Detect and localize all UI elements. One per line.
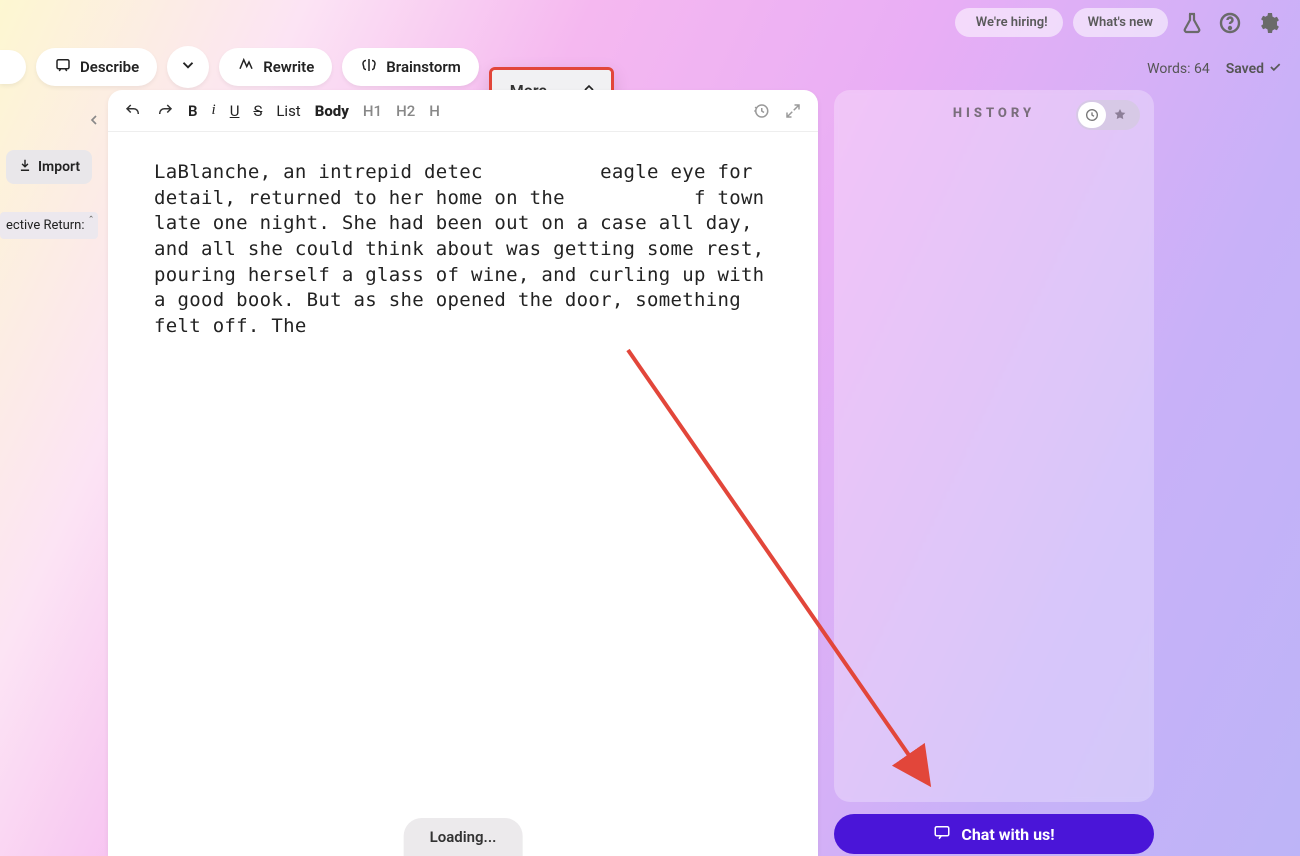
ai-tools-bar: Describe Rewrite Brainstorm More Shrink …	[0, 46, 489, 88]
tool-prev[interactable]	[0, 50, 26, 84]
describe-options-button[interactable]	[167, 46, 209, 88]
describe-button[interactable]: Describe	[36, 48, 157, 86]
document-title: ective Return:	[6, 218, 85, 233]
bold-button[interactable]: B	[188, 102, 198, 120]
top-header: We're hiring! What's new	[955, 8, 1282, 37]
document-list-item[interactable]: ective Return:	[0, 212, 98, 239]
chat-label: Chat with us!	[961, 825, 1054, 844]
history-title: HISTORY	[953, 106, 1035, 121]
import-button[interactable]: Import	[6, 150, 92, 184]
describe-label: Describe	[80, 58, 139, 76]
h1-button[interactable]: H1	[363, 102, 382, 120]
saved-label: Saved	[1226, 61, 1264, 77]
settings-icon[interactable]	[1254, 9, 1282, 37]
help-icon[interactable]	[1216, 9, 1244, 37]
describe-icon	[54, 56, 72, 78]
undo-button[interactable]	[124, 102, 142, 120]
download-icon	[18, 158, 32, 176]
rewrite-button[interactable]: Rewrite	[219, 48, 332, 86]
whats-new-label: What's new	[1088, 15, 1153, 30]
brainstorm-button[interactable]: Brainstorm	[342, 48, 478, 86]
whats-new-button[interactable]: What's new	[1073, 8, 1168, 37]
brainstorm-icon	[360, 56, 378, 78]
underline-button[interactable]: U	[230, 102, 240, 120]
list-button[interactable]: List	[276, 102, 300, 120]
status-bar: Words: 64 Saved	[1147, 60, 1282, 78]
chat-icon	[933, 823, 951, 845]
brainstorm-label: Brainstorm	[386, 58, 460, 76]
sidebar: Import ective Return:	[0, 90, 108, 856]
history-starred-icon	[1106, 102, 1134, 128]
h2-button[interactable]: H2	[396, 102, 415, 120]
history-panel: HISTORY	[834, 90, 1154, 802]
body-style-button[interactable]: Body	[315, 102, 349, 120]
loading-indicator: Loading...	[404, 818, 523, 856]
history-toggle[interactable]	[1076, 100, 1140, 130]
strike-button[interactable]: S	[253, 102, 262, 120]
labs-icon[interactable]	[1178, 9, 1206, 37]
expand-icon[interactable]	[784, 102, 802, 120]
editor-panel: B i U S List Body H1 H2 H LaBlanche, an …	[108, 90, 818, 856]
h3-button[interactable]: H	[429, 102, 440, 120]
document-body[interactable]: LaBlanche, an intrepid detec eagle eye f…	[108, 132, 818, 367]
import-label: Import	[38, 159, 80, 175]
check-icon	[1268, 60, 1282, 78]
history-recent-icon	[1078, 102, 1106, 128]
hiring-label: We're hiring!	[976, 15, 1048, 30]
rewrite-icon	[237, 56, 255, 78]
rewrite-label: Rewrite	[263, 58, 314, 76]
loading-label: Loading...	[430, 828, 497, 846]
history-icon[interactable]	[752, 102, 770, 120]
redo-button[interactable]	[156, 102, 174, 120]
italic-button[interactable]: i	[212, 102, 216, 119]
word-count: Words: 64	[1147, 61, 1210, 77]
format-bar: B i U S List Body H1 H2 H	[108, 90, 818, 132]
save-status: Saved	[1226, 60, 1282, 78]
chevron-down-icon	[179, 56, 197, 78]
chat-button[interactable]: Chat with us!	[834, 814, 1154, 854]
hiring-button[interactable]: We're hiring!	[955, 8, 1063, 37]
